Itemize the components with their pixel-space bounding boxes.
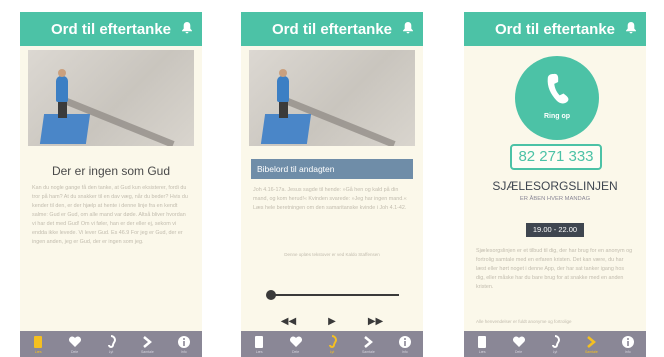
screen-listen: Ord til eftertanke Bibelord til andagten…: [241, 12, 423, 357]
bell-icon[interactable]: [182, 22, 192, 34]
bell-icon[interactable]: [626, 22, 636, 34]
play-button[interactable]: ▶: [328, 316, 336, 327]
chevron-right-icon: [143, 335, 153, 348]
ear-icon: [328, 334, 337, 348]
tab-bar: Læs Dele Lyt Samtale Info: [20, 331, 202, 357]
heart-icon: [289, 335, 302, 347]
screen-reading: Ord til eftertanke Der er ingen som Gud …: [20, 12, 202, 357]
rewind-button[interactable]: ◀◀: [281, 316, 296, 327]
devotion-photo: [249, 50, 415, 146]
service-description: Sjælesorgslinjen er et tilbud til dig, d…: [476, 248, 633, 290]
book-icon: [255, 335, 264, 348]
audio-controls: ◀◀ ▶ ▶▶: [241, 316, 423, 327]
open-days: ER ÅBEN HVER MANDAG: [519, 196, 591, 202]
app-header: Ord til eftertanke: [20, 12, 202, 46]
section-title-bar: Bibelord til andagten: [251, 159, 413, 179]
tab-lyt[interactable]: Lyt: [540, 334, 570, 354]
screen-call: Ord til eftertanke Ring op 82 271 333 SJ…: [464, 12, 646, 357]
book-icon: [478, 335, 487, 348]
chevron-right-icon: [364, 335, 374, 348]
heart-icon: [512, 335, 525, 347]
info-icon: [177, 335, 190, 348]
tab-bar: Læs Dele Lyt Samtale Info: [464, 331, 646, 357]
call-label: Ring op: [543, 113, 571, 120]
app-header: Ord til eftertanke: [241, 12, 423, 46]
service-name: SJÆLESORGSLINJEN: [492, 179, 618, 193]
tab-bar: Læs Dele Lyt Samtale Info: [241, 331, 423, 357]
book-icon: [34, 335, 43, 348]
forward-button[interactable]: ▶▶: [368, 316, 383, 327]
devotion-text: Kan du nogle gange få den tanke, at Gud …: [32, 185, 188, 245]
info-icon: [398, 335, 411, 348]
tab-dele[interactable]: Dele: [281, 335, 311, 354]
phone-icon: [547, 73, 569, 104]
ear-icon: [107, 334, 116, 348]
chevron-right-icon: [587, 335, 597, 348]
audio-progress-slider[interactable]: [266, 290, 399, 300]
tab-info[interactable]: Info: [169, 335, 199, 354]
tab-info[interactable]: Info: [390, 335, 420, 354]
phone-number[interactable]: 82 271 333: [510, 144, 602, 170]
tab-laes[interactable]: Læs: [244, 335, 274, 354]
tab-samtale[interactable]: Samtale: [353, 335, 383, 354]
devotion-photo: [28, 50, 194, 146]
app-title: Ord til eftertanke: [271, 20, 393, 38]
reader-note: Denne oplæs tekstover er ved Kaldo Staff…: [284, 252, 380, 257]
tab-laes[interactable]: Læs: [467, 335, 497, 354]
tab-laes[interactable]: Læs: [23, 335, 53, 354]
ear-icon: [551, 334, 560, 348]
info-icon: [621, 335, 634, 348]
tab-dele[interactable]: Dele: [504, 335, 534, 354]
call-button[interactable]: Ring op: [515, 56, 599, 140]
bell-icon[interactable]: [403, 22, 413, 34]
anonymity-note: Alle henvendelser er fuldt anonyme og fo…: [476, 319, 572, 324]
app-title: Ord til eftertanke: [494, 20, 616, 38]
tab-info[interactable]: Info: [613, 335, 643, 354]
bible-text: Joh 4.16-17a. Jesus sagde til hende: »Gå…: [253, 187, 407, 211]
tab-lyt[interactable]: Lyt: [317, 334, 347, 354]
tab-dele[interactable]: Dele: [60, 335, 90, 354]
tab-samtale[interactable]: Samtale: [576, 335, 606, 354]
tab-lyt[interactable]: Lyt: [96, 334, 126, 354]
heart-icon: [68, 335, 81, 347]
slider-knob[interactable]: [266, 290, 276, 300]
app-header: Ord til eftertanke: [464, 12, 646, 46]
opening-hours-badge: 19.00 - 22.00: [526, 223, 584, 237]
app-title: Ord til eftertanke: [50, 20, 172, 38]
tab-samtale[interactable]: Samtale: [132, 335, 162, 354]
devotion-heading: Der er ingen som Gud: [51, 164, 171, 178]
